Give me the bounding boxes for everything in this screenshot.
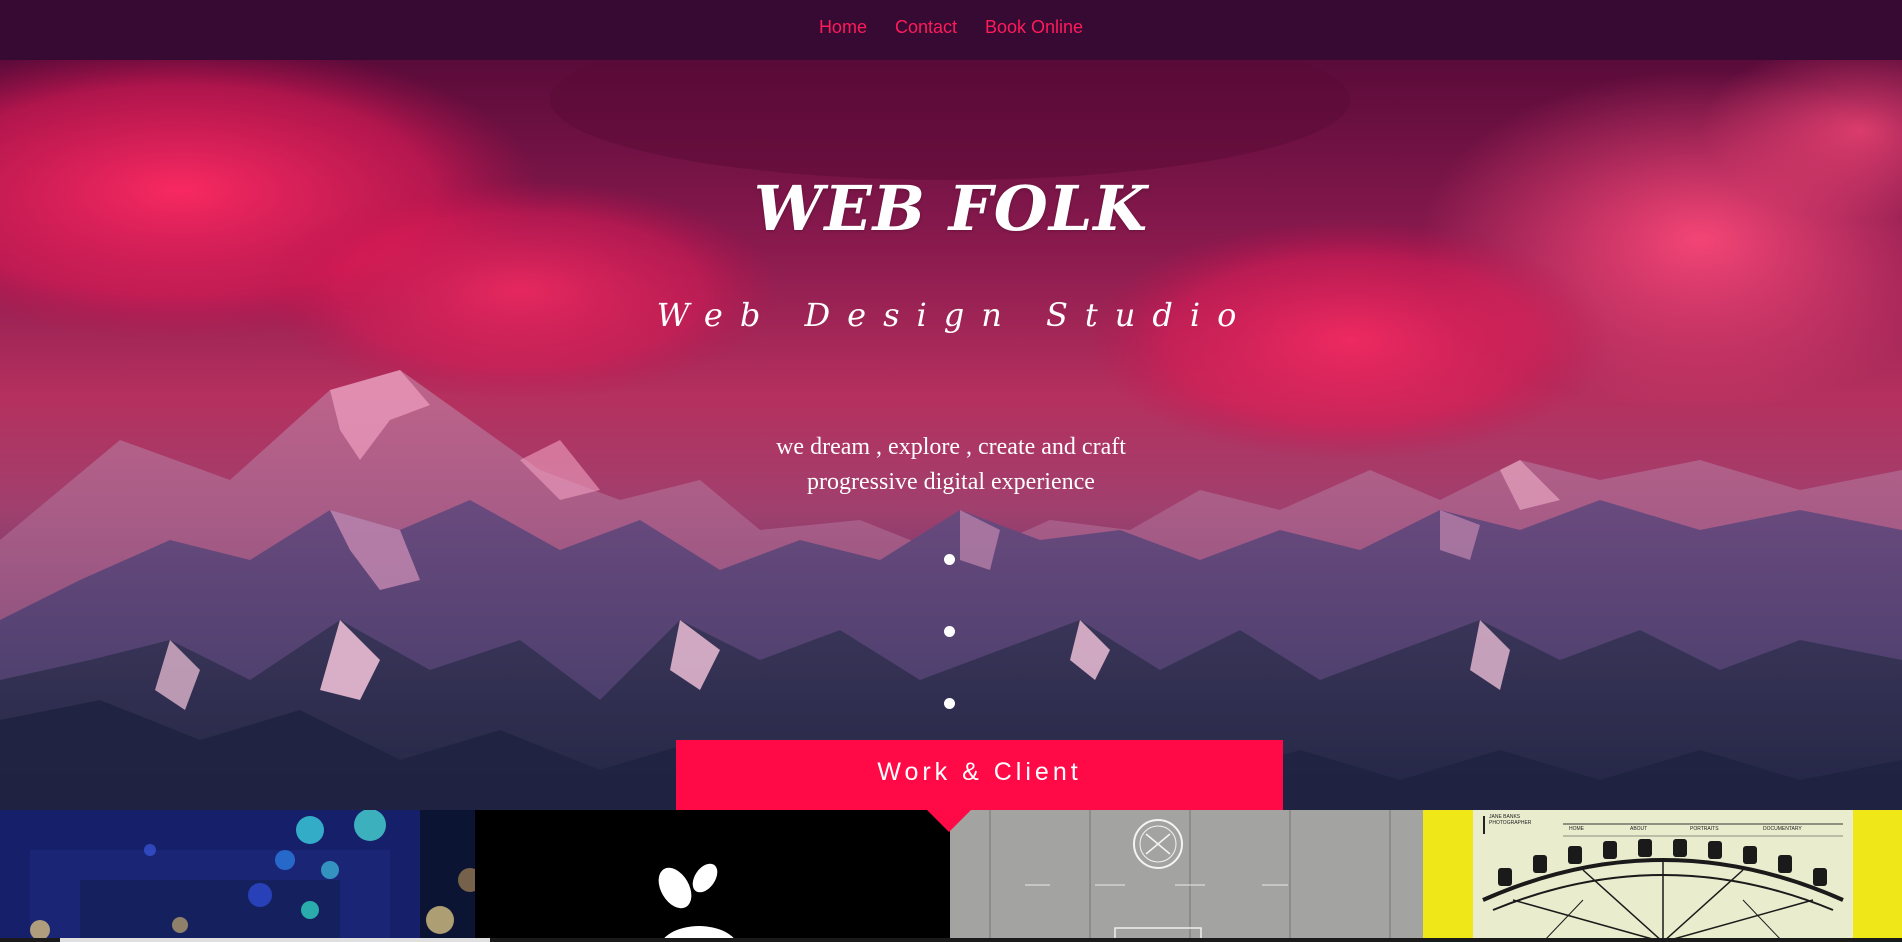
scrollbar-thumb[interactable] xyxy=(60,938,490,942)
hero-section: WEB FOLK Web Design Studio we dream , ex… xyxy=(0,60,1902,810)
nav-contact-link[interactable]: Contact xyxy=(895,17,957,38)
site-subtitle: Web Design Studio xyxy=(656,296,1254,334)
ferris-wheel-photographer-thumbnail[interactable]: JANE BANKS PHOTOGRAPHER HOME ABOUT PORTR… xyxy=(1423,810,1902,942)
concrete-wall-site-thumbnail[interactable] xyxy=(950,810,1423,942)
apple-logo-thumbnail[interactable] xyxy=(475,810,950,942)
scroll-dot-2 xyxy=(944,626,955,637)
thumbnail-menu-portraits: PORTRAITS xyxy=(1690,826,1719,832)
ferris-wheel-image xyxy=(1423,810,1902,942)
thumbnail-menu-about: ABOUT xyxy=(1630,826,1648,832)
nav-book-online-link[interactable]: Book Online xyxy=(985,17,1083,38)
bokeh-lights-thumbnail[interactable] xyxy=(0,810,475,942)
work-and-client-label: Work & Client xyxy=(877,757,1082,786)
section-pointer-arrow xyxy=(925,808,973,832)
bokeh-lights-image xyxy=(0,810,475,942)
scroll-dot-1 xyxy=(944,554,955,565)
tagline: we dream , explore , create and craft pr… xyxy=(0,430,1902,500)
work-and-client-button[interactable]: Work & Client xyxy=(676,740,1283,810)
photographer-caption: JANE BANKS PHOTOGRAPHER xyxy=(1489,814,1532,826)
thumbnail-menu-home: HOME xyxy=(1569,826,1584,832)
concrete-wall-image xyxy=(950,810,1423,942)
apple-logo-image xyxy=(475,810,950,942)
horizontal-scrollbar[interactable] xyxy=(0,938,1902,942)
top-navigation: Home Contact Book Online xyxy=(0,0,1902,60)
thumbnail-menu-documentary: DOCUMENTARY xyxy=(1763,826,1802,832)
tagline-line-1: we dream , explore , create and craft xyxy=(776,434,1126,460)
scroll-dot-3 xyxy=(944,698,955,709)
tagline-line-2: progressive digital experience xyxy=(807,469,1095,495)
site-title: WEB FOLK xyxy=(753,172,1149,245)
nav-home-link[interactable]: Home xyxy=(819,17,867,38)
